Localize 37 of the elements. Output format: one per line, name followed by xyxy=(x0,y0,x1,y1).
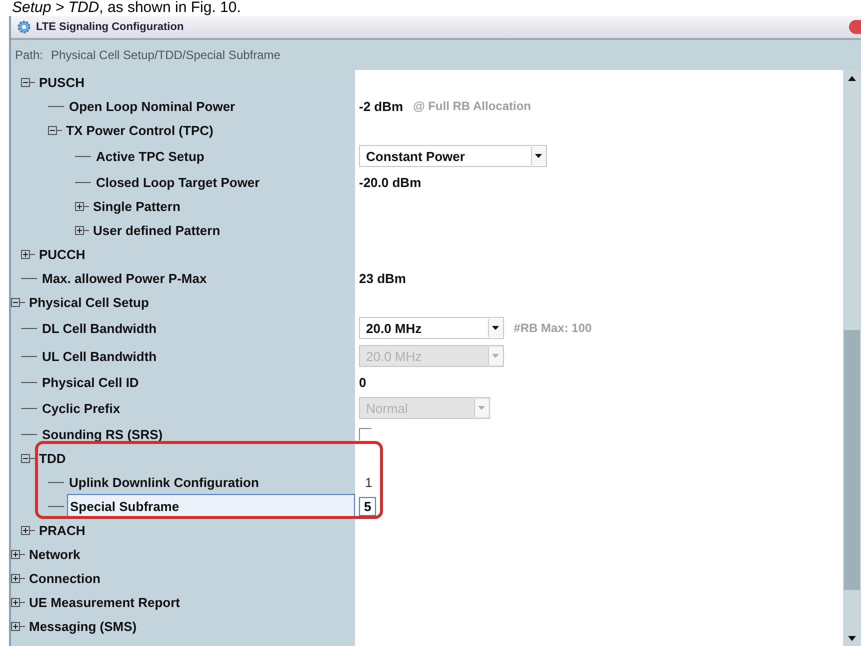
tree-item[interactable]: TDD xyxy=(37,450,68,466)
tree-item[interactable]: UL Cell Bandwidth xyxy=(40,348,159,364)
tree-item[interactable]: User defined Pattern xyxy=(91,222,222,238)
tree-item[interactable]: Special Subframe xyxy=(67,494,355,518)
tree-item[interactable]: Closed Loop Target Power xyxy=(94,174,262,190)
tree-item[interactable]: Cyclic Prefix xyxy=(40,400,122,416)
tree-item[interactable]: Max. allowed Power P-Max xyxy=(40,270,209,286)
dropdown[interactable]: 20.0 MHz xyxy=(359,317,504,339)
value-note: #RB Max: 100 xyxy=(514,321,592,335)
tree-item[interactable]: Network xyxy=(27,546,82,562)
dropdown[interactable]: Constant Power xyxy=(359,145,547,167)
path-label: Path: xyxy=(15,48,44,62)
value-text: 23 dBm xyxy=(359,270,406,286)
value-text: -2 dBm xyxy=(359,98,404,114)
tree-item[interactable]: UE Measurement Report xyxy=(27,594,182,610)
figure-caption: Setup > TDD, as shown in Fig. 10. xyxy=(11,0,242,16)
path-value: Physical Cell Setup/TDD/Special Subframe xyxy=(51,48,280,62)
tree-item[interactable]: PRACH xyxy=(37,522,88,538)
value-text: -20.0 dBm xyxy=(359,174,422,190)
value-text: 1 xyxy=(364,474,372,490)
tree-item[interactable]: Connection xyxy=(27,570,102,586)
tree-item[interactable]: Active TPC Setup xyxy=(94,148,206,164)
tree-item[interactable]: Single Pattern xyxy=(91,198,182,214)
tree-item[interactable]: Physical Cell ID xyxy=(40,374,141,390)
tree-item[interactable]: Messaging (SMS) xyxy=(27,618,139,634)
tree-item[interactable]: Uplink Downlink Configuration xyxy=(67,474,261,490)
tree-item[interactable]: PUSCH xyxy=(37,74,87,90)
tree-item[interactable]: Physical Cell Setup xyxy=(27,294,151,310)
tree-item[interactable]: DL Cell Bandwidth xyxy=(40,320,159,336)
input-field[interactable]: 5 xyxy=(359,496,376,516)
value-text: 0 xyxy=(359,374,366,390)
tree-item[interactable]: Sounding RS (SRS) xyxy=(40,426,165,442)
tree-item[interactable]: PUCCH xyxy=(37,246,88,262)
window-title: LTE Signaling Configuration xyxy=(36,21,184,33)
tree-item[interactable]: Open Loop Nominal Power xyxy=(67,98,238,114)
value-note: @ Full RB Allocation xyxy=(413,99,531,113)
tree-item[interactable]: TX Power Control (TPC) xyxy=(64,122,216,138)
